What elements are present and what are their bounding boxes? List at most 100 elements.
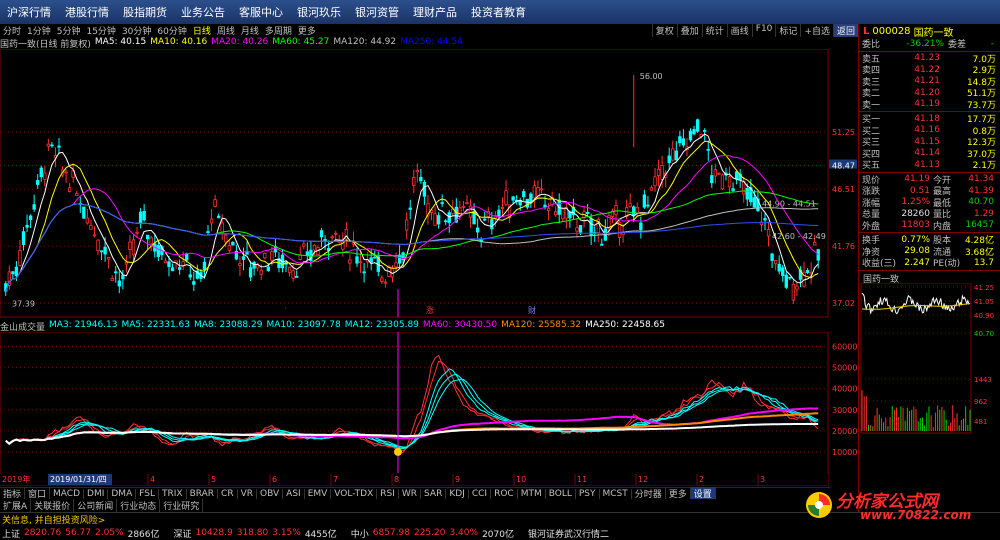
period-tab[interactable]: 分时: [0, 24, 24, 37]
index-price: 2820.76: [24, 528, 62, 538]
candle-body: [124, 262, 129, 265]
indicator-tab[interactable]: WR: [399, 488, 422, 499]
indicator-tab[interactable]: MACD: [50, 488, 85, 499]
top-menu-item[interactable]: 投资者教育: [464, 4, 533, 20]
candle-body: [497, 209, 501, 217]
top-menu-item[interactable]: 客服中心: [232, 4, 290, 20]
candle-body: [656, 168, 661, 177]
period-tab[interactable]: 周线: [214, 24, 238, 37]
period-tab[interactable]: 月线: [238, 24, 262, 37]
candle-body: [373, 256, 377, 259]
indicator-tab[interactable]: BOLL: [546, 488, 576, 499]
indicator-tab[interactable]: DMI: [84, 488, 109, 499]
indicator-tab[interactable]: MTM: [518, 488, 546, 499]
cursor-dot-icon: [394, 447, 402, 456]
index-name[interactable]: 上证: [2, 527, 20, 540]
toolbar-button[interactable]: 复权: [651, 24, 677, 37]
info-tab[interactable]: 公司新闻: [74, 498, 118, 512]
candle-body: [224, 234, 228, 243]
candle-body: [43, 172, 47, 180]
candle-body: [504, 190, 508, 205]
candle-body: [185, 253, 189, 261]
mini-price-line: [861, 292, 971, 314]
top-menu-item[interactable]: 理财产品: [406, 4, 464, 20]
indicator-tab[interactable]: BRAR: [187, 488, 219, 499]
period-tab[interactable]: 1分钟: [24, 24, 54, 37]
candle-body: [412, 177, 416, 186]
toolbar-button[interactable]: 标记: [775, 24, 800, 37]
toolbar-button[interactable]: 返回: [832, 24, 858, 37]
candle-body: [795, 285, 799, 290]
indicator-tab[interactable]: VR: [238, 488, 258, 499]
candle-body: [383, 281, 388, 284]
intraday-mini-chart[interactable]: 41.25 41.05 40.90 40.70 1443 962 481: [859, 282, 1000, 443]
candle-body: [490, 219, 494, 230]
candle-body: [717, 172, 721, 175]
top-menu-item[interactable]: 股指期货: [116, 4, 174, 20]
bid-row[interactable]: 买五 41.13 2.1万: [859, 159, 1000, 172]
indicator-tab[interactable]: VOL-TDX: [331, 488, 378, 499]
indicator-tab[interactable]: DMA: [108, 488, 137, 499]
ask-row[interactable]: 卖一 41.19 73.7万: [859, 99, 1000, 111]
top-menu-item[interactable]: 港股行情: [58, 4, 116, 20]
volume-axis-label: 60000: [832, 343, 857, 352]
indicator-tab[interactable]: MCST: [600, 488, 632, 499]
period-tab[interactable]: 更多: [295, 24, 319, 37]
index-name[interactable]: 深证: [174, 527, 192, 540]
toolbar-button[interactable]: F10: [751, 24, 776, 37]
indicator-tab[interactable]: KDJ: [446, 488, 469, 499]
candle-body: [67, 187, 72, 192]
candle-body: [99, 250, 104, 253]
top-menu-item[interactable]: 银河资管: [348, 4, 406, 20]
candle-body: [805, 269, 810, 273]
period-tab[interactable]: 日线: [190, 24, 214, 37]
period-tab[interactable]: 多周期: [262, 24, 295, 37]
info-tab[interactable]: 行业动态: [117, 498, 161, 512]
candle-body: [149, 237, 153, 245]
top-menu-item[interactable]: 沪深行情: [0, 4, 58, 20]
indicator-tab[interactable]: SAR: [421, 488, 447, 499]
toolbar-button[interactable]: +自选: [800, 24, 833, 37]
candle-body: [703, 130, 707, 132]
period-tab[interactable]: 30分钟: [119, 24, 154, 37]
toolbar-button[interactable]: 叠加: [676, 24, 702, 37]
candle-body: [36, 180, 40, 185]
info-tab[interactable]: 行业研究: [160, 498, 204, 512]
broker-name: 银河证券武汉行情二: [527, 529, 609, 540]
candle-body: [734, 171, 739, 180]
index-name[interactable]: 中小: [351, 527, 369, 540]
info-tab[interactable]: 扩展A: [0, 498, 32, 512]
top-menu-item[interactable]: 银河玖乐: [290, 4, 348, 20]
mini-axis-label: 40.70: [974, 330, 994, 338]
indicator-tab[interactable]: ASI: [283, 488, 305, 499]
index-amount: 2070亿: [482, 529, 514, 540]
watermark-url: www.70822.com: [860, 508, 972, 522]
indicator-tab[interactable]: PSY: [576, 488, 600, 499]
month-label: 4: [150, 475, 155, 484]
indicator-tab[interactable]: RSI: [377, 488, 399, 499]
candle-body: [170, 267, 175, 272]
period-tab[interactable]: 15分钟: [83, 24, 118, 37]
indicator-tab[interactable]: TRIX: [159, 488, 187, 499]
indicator-tab[interactable]: CCI: [469, 488, 492, 499]
candle-body: [713, 169, 718, 177]
indicator-tab[interactable]: OBV: [257, 488, 284, 499]
candle-body: [302, 243, 306, 247]
period-tab[interactable]: 60分钟: [154, 24, 189, 37]
candle-body: [85, 217, 90, 224]
indicator-tab[interactable]: EMV: [305, 488, 332, 499]
indicator-tab[interactable]: CR: [218, 488, 238, 499]
candle-body: [461, 206, 466, 208]
candle-body: [727, 176, 732, 188]
toolbar-button[interactable]: 统计: [701, 24, 727, 37]
indicator-tab[interactable]: FSL: [136, 488, 159, 499]
info-tab[interactable]: 关联报价: [31, 498, 75, 512]
top-menu-item[interactable]: 业务公告: [174, 4, 232, 20]
volume-chart[interactable]: 60000 50000 40000 30000 20000 10000 2019年 2019/…: [0, 332, 858, 487]
indicator-tab[interactable]: ROC: [491, 488, 518, 499]
candle-body: [628, 203, 632, 208]
period-tab[interactable]: 5分钟: [54, 24, 84, 37]
index-change: 225.20: [413, 528, 446, 538]
toolbar-button[interactable]: 画线: [726, 24, 752, 37]
kline-chart[interactable]: 51.2548.4746.5141.7637.0256.0037.3944.90…: [0, 49, 858, 319]
